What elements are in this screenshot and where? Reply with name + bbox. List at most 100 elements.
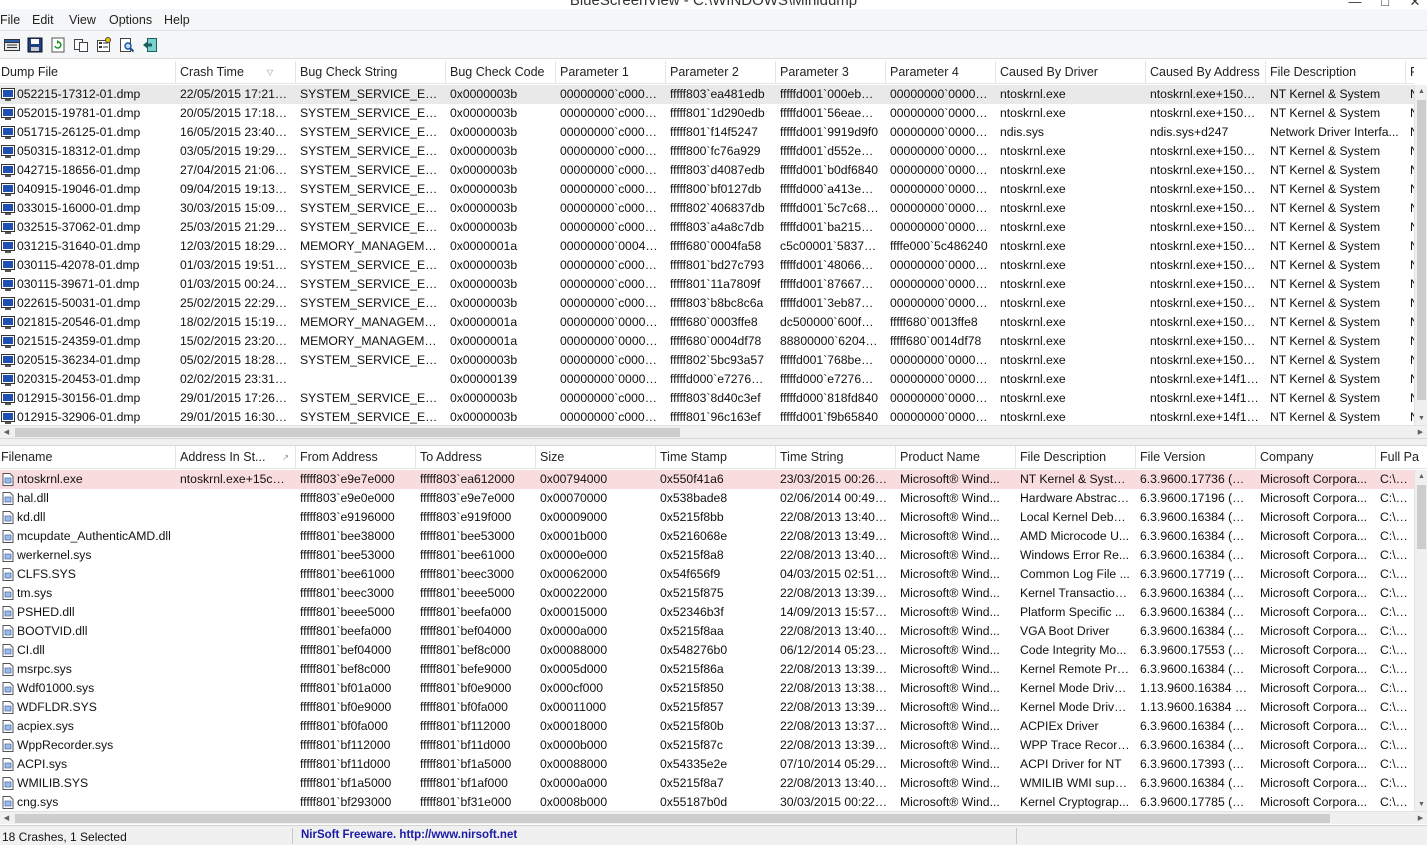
- dump-file-icon: [1, 126, 15, 139]
- col-parameter-4[interactable]: Parameter 4: [886, 61, 996, 84]
- driver-row[interactable]: hal.dll fffff803`e9e0e000 fffff803`e9e7e00…: [0, 489, 1416, 508]
- col-from-address[interactable]: From Address: [296, 446, 416, 469]
- cell-parameter-1: 00000000`c00000...: [560, 258, 666, 272]
- crash-list-vscroll[interactable]: ▲ ▼: [1414, 85, 1427, 425]
- menu-view[interactable]: View: [69, 13, 109, 27]
- crash-row[interactable]: 040915-19046-01.dmp 09/04/2015 19:13:57 SY…: [0, 180, 1416, 199]
- menu-edit[interactable]: Edit: [32, 13, 69, 27]
- close-icon[interactable]: ✕: [1400, 0, 1427, 9]
- col-company[interactable]: Company: [1256, 446, 1376, 469]
- col-bug-check-string[interactable]: Bug Check String: [296, 61, 446, 84]
- pane-splitter[interactable]: [0, 438, 1427, 446]
- driver-row[interactable]: WMILIB.SYS fffff801`bf1a5000 fffff801`bf1a…: [0, 774, 1416, 793]
- driver-row[interactable]: kd.dll fffff803`e9196000 fffff803`e919f000…: [0, 508, 1416, 527]
- col-product-name-partial[interactable]: P: [1406, 61, 1414, 84]
- col-parameter-3[interactable]: Parameter 3: [776, 61, 886, 84]
- scroll-down-icon[interactable]: ▼: [1415, 798, 1427, 811]
- col-file-description[interactable]: File Description: [1266, 61, 1406, 84]
- col-to-address[interactable]: To Address: [416, 446, 536, 469]
- driver-row[interactable]: WppRecorder.sys fffff801`bf112000 fffff801…: [0, 736, 1416, 755]
- nirsoft-link[interactable]: NirSoft Freeware. http://www.nirsoft.net: [301, 829, 517, 841]
- crash-row[interactable]: 012915-30156-01.dmp 29/01/2015 17:26:51 SY…: [0, 389, 1416, 408]
- driver-row[interactable]: mcupdate_AuthenticAMD.dll fffff801`bee380…: [0, 527, 1416, 546]
- crash-row[interactable]: 021815-20546-01.dmp 18/02/2015 15:19:27 ME…: [0, 313, 1416, 332]
- crash-row[interactable]: 020315-20453-01.dmp 02/02/2015 23:31:46 0x…: [0, 370, 1416, 389]
- cell-bug-check-string: SYSTEM_SERVICE_EXCE...: [300, 144, 446, 158]
- find-icon[interactable]: [118, 36, 136, 54]
- crash-list-hscroll-thumb[interactable]: [15, 428, 680, 437]
- save-selected-icon[interactable]: [3, 36, 21, 54]
- driver-row[interactable]: Wdf01000.sys fffff801`bf01a000 fffff801`bf…: [0, 679, 1416, 698]
- scroll-right-icon[interactable]: ▶: [1414, 812, 1427, 824]
- col-filename[interactable]: Filename: [0, 446, 176, 469]
- refresh-icon[interactable]: [49, 36, 67, 54]
- col-product-name[interactable]: Product Name: [896, 446, 1016, 469]
- crash-row[interactable]: 033015-16000-01.dmp 30/03/2015 15:09:23 SY…: [0, 199, 1416, 218]
- col-caused-by-address[interactable]: Caused By Address: [1146, 61, 1266, 84]
- driver-row[interactable]: cng.sys fffff801`bf293000 fffff801`bf31e00…: [0, 793, 1416, 812]
- crash-row[interactable]: 052015-19781-01.dmp 20/05/2015 17:18:43 SY…: [0, 104, 1416, 123]
- driver-row[interactable]: CI.dll fffff801`bef04000 fffff801`bef8c000…: [0, 641, 1416, 660]
- driver-row[interactable]: BOOTVID.dll fffff801`beefa000 fffff801`bef…: [0, 622, 1416, 641]
- driver-row[interactable]: msrpc.sys fffff801`bef8c000 fffff801`befe9…: [0, 660, 1416, 679]
- driver-list-vscroll[interactable]: ▲ ▼: [1414, 470, 1427, 811]
- copy-icon[interactable]: [72, 36, 90, 54]
- col-dump-file[interactable]: Dump File: [0, 61, 176, 84]
- crash-list-vscroll-thumb[interactable]: [1417, 100, 1426, 400]
- crash-row[interactable]: 042715-18656-01.dmp 27/04/2015 21:06:05 SY…: [0, 161, 1416, 180]
- cell-dump-file-text: 032515-37062-01.dmp: [17, 220, 141, 234]
- col-full-path[interactable]: Full Pa: [1376, 446, 1427, 469]
- scroll-left-icon[interactable]: ◀: [0, 426, 13, 438]
- driver-row[interactable]: werkernel.sys fffff801`bee53000 fffff801`b…: [0, 546, 1416, 565]
- crash-row[interactable]: 051715-26125-01.dmp 16/05/2015 23:40:54 SY…: [0, 123, 1416, 142]
- col-bug-check-code[interactable]: Bug Check Code: [446, 61, 556, 84]
- crash-row[interactable]: 022615-50031-01.dmp 25/02/2015 22:29:18 SY…: [0, 294, 1416, 313]
- cell-bug-check-string: MEMORY_MANAGEME...: [300, 315, 443, 329]
- maximize-icon[interactable]: □: [1370, 0, 1400, 9]
- exit-icon[interactable]: [141, 36, 159, 54]
- driver-row[interactable]: PSHED.dll fffff801`beee5000 fffff801`beefa…: [0, 603, 1416, 622]
- scroll-down-icon[interactable]: ▼: [1415, 412, 1427, 425]
- scroll-right-icon[interactable]: ▶: [1414, 426, 1427, 438]
- col-time-stamp[interactable]: Time Stamp: [656, 446, 776, 469]
- cell-size: 0x00009000: [540, 510, 608, 524]
- driver-list-hscroll[interactable]: ◀ ▶: [0, 811, 1427, 824]
- driver-list-hscroll-thumb[interactable]: [15, 814, 1330, 823]
- col-address-in-stack[interactable]: Address In St... ↗: [176, 446, 296, 469]
- menu-file[interactable]: File: [0, 13, 32, 27]
- driver-row[interactable]: ACPI.sys fffff801`bf11d000 fffff801`bf1a50…: [0, 755, 1416, 774]
- col-caused-by-driver[interactable]: Caused By Driver: [996, 61, 1146, 84]
- col-size[interactable]: Size: [536, 446, 656, 469]
- save-icon[interactable]: [26, 36, 44, 54]
- driver-row[interactable]: ntoskrnl.exe ntoskrnl.exe+15c7e9 fffff803`…: [0, 470, 1416, 489]
- crash-row[interactable]: 050315-18312-01.dmp 03/05/2015 19:29:09 SY…: [0, 142, 1416, 161]
- cell-full-path: C:\WIN: [1380, 586, 1416, 600]
- properties-icon[interactable]: [95, 36, 113, 54]
- crash-row[interactable]: 031215-31640-01.dmp 12/03/2015 18:29:02 ME…: [0, 237, 1416, 256]
- driver-list-vscroll-thumb[interactable]: [1417, 485, 1426, 549]
- col-crash-time[interactable]: Crash Time ▽: [176, 61, 296, 84]
- crash-row[interactable]: 021515-24359-01.dmp 15/02/2015 23:20:23 ME…: [0, 332, 1416, 351]
- driver-row[interactable]: WDFLDR.SYS fffff801`bf0e9000 fffff801`bf0f…: [0, 698, 1416, 717]
- col-parameter-2[interactable]: Parameter 2: [666, 61, 776, 84]
- scroll-left-icon[interactable]: ◀: [0, 812, 13, 824]
- crash-row[interactable]: 032515-37062-01.dmp 25/03/2015 21:29:06 SY…: [0, 218, 1416, 237]
- crash-row[interactable]: 030115-42078-01.dmp 01/03/2015 19:51:31 SY…: [0, 256, 1416, 275]
- driver-row[interactable]: acpiex.sys fffff801`bf0fa000 fffff801`bf11…: [0, 717, 1416, 736]
- crash-row[interactable]: 030115-39671-01.dmp 01/03/2015 00:24:57 SY…: [0, 275, 1416, 294]
- scroll-up-icon[interactable]: ▲: [1415, 85, 1427, 98]
- col-parameter-1[interactable]: Parameter 1: [556, 61, 666, 84]
- scroll-up-icon[interactable]: ▲: [1415, 470, 1427, 483]
- crash-row[interactable]: 052215-17312-01.dmp 22/05/2015 17:21:40 SY…: [0, 85, 1416, 104]
- menu-options[interactable]: Options: [109, 13, 164, 27]
- crash-list-hscroll[interactable]: ◀ ▶: [0, 425, 1427, 438]
- col-time-string[interactable]: Time String: [776, 446, 896, 469]
- driver-row[interactable]: CLFS.SYS fffff801`bee61000 fffff801`beec30…: [0, 565, 1416, 584]
- dump-file-icon: [1, 202, 15, 215]
- menu-help[interactable]: Help: [164, 13, 204, 27]
- col-file-description-drv[interactable]: File Description: [1016, 446, 1136, 469]
- crash-row[interactable]: 020515-36234-01.dmp 05/02/2015 18:28:40 SY…: [0, 351, 1416, 370]
- driver-row[interactable]: tm.sys fffff801`beec3000 fffff801`beee5000…: [0, 584, 1416, 603]
- col-file-version[interactable]: File Version: [1136, 446, 1256, 469]
- minimize-icon[interactable]: —: [1340, 0, 1370, 9]
